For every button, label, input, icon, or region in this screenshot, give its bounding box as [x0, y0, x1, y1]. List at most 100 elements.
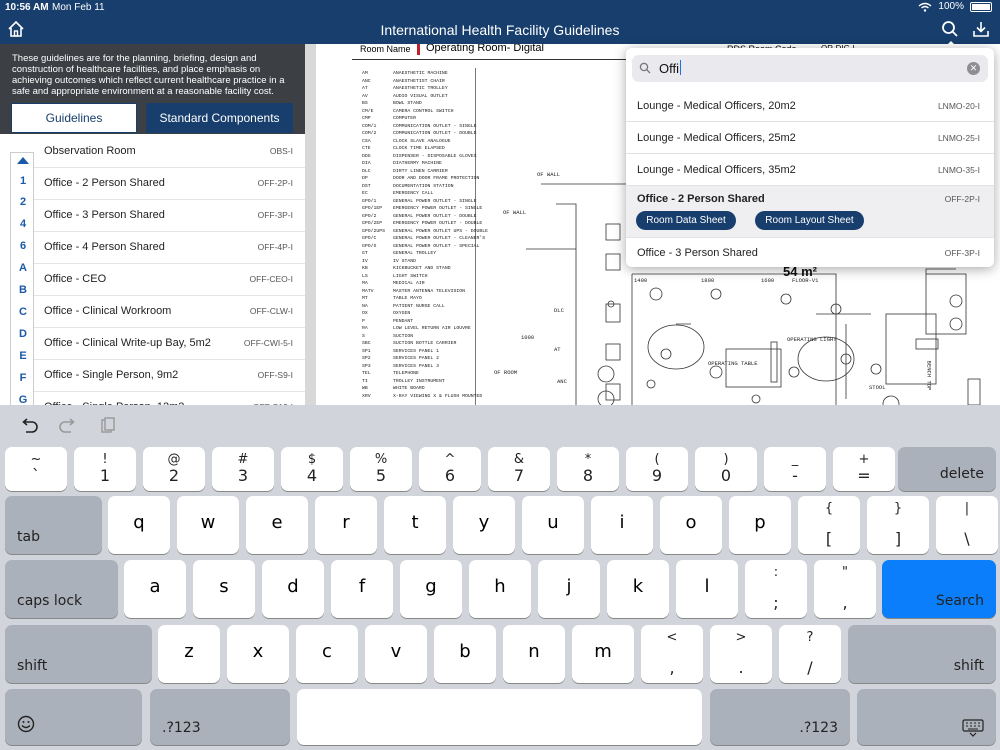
- key[interactable]: ) 0: [695, 447, 757, 491]
- key[interactable]: o: [660, 496, 722, 554]
- alphabet-index[interactable]: 1 2 4 6 A B C D E F G: [10, 152, 35, 406]
- search-icon[interactable]: [941, 20, 959, 38]
- numbers-key-right[interactable]: .?123: [710, 689, 850, 745]
- search-input[interactable]: Offi: [659, 60, 681, 76]
- search-result[interactable]: Lounge - Medical Officers, 25m2 LNMO-25-…: [626, 122, 994, 154]
- list-item[interactable]: Office - Single Person, 9m2 OFF-S9-I: [34, 360, 305, 392]
- key[interactable]: j: [538, 560, 600, 618]
- key[interactable]: g: [400, 560, 462, 618]
- delete-key[interactable]: delete: [898, 447, 996, 491]
- key[interactable]: | \: [936, 496, 998, 554]
- key-label: r: [342, 512, 350, 533]
- index-letter[interactable]: 1: [11, 175, 35, 187]
- tab-guidelines[interactable]: Guidelines: [11, 103, 137, 133]
- key[interactable]: u: [522, 496, 584, 554]
- key[interactable]: q: [108, 496, 170, 554]
- key[interactable]: {[: [798, 496, 860, 554]
- key[interactable]: l: [676, 560, 738, 618]
- space-key[interactable]: [297, 689, 702, 745]
- key[interactable]: p: [729, 496, 791, 554]
- caps-lock-key[interactable]: caps lock: [5, 560, 118, 618]
- key[interactable]: e: [246, 496, 308, 554]
- search-result-selected[interactable]: Office - 2 Person Shared OFF-2P-I Room D…: [626, 186, 994, 238]
- search-field[interactable]: Offi ✕: [632, 55, 988, 82]
- search-result[interactable]: Lounge - Medical Officers, 20m2 LNMO-20-…: [626, 89, 994, 122]
- index-letter[interactable]: D: [11, 328, 35, 340]
- key[interactable]: x: [227, 625, 289, 683]
- key[interactable]: b: [434, 625, 496, 683]
- index-letter[interactable]: E: [11, 350, 35, 362]
- key[interactable]: ^ 6: [419, 447, 481, 491]
- list-item[interactable]: Office - Clinical Write-up Bay, 5m2 OFF-C…: [34, 328, 305, 360]
- key[interactable]: #3: [212, 447, 274, 491]
- redo-icon[interactable]: [58, 416, 78, 436]
- key[interactable]: % 5: [350, 447, 412, 491]
- key[interactable]: s: [193, 560, 255, 618]
- top-bar: 10:56 AM Mon Feb 11 100% International H…: [0, 0, 1000, 44]
- index-letter[interactable]: F: [11, 372, 35, 384]
- undo-icon[interactable]: [19, 416, 39, 436]
- key[interactable]: m: [572, 625, 634, 683]
- key-label: 4: [306, 466, 318, 485]
- key[interactable]: :;: [745, 560, 807, 618]
- index-letter[interactable]: 6: [11, 240, 35, 252]
- list-item[interactable]: Office - 2 Person Shared OFF-2P-I: [34, 168, 305, 200]
- key[interactable]: >.: [710, 625, 772, 683]
- search-key[interactable]: Search: [882, 560, 996, 618]
- key[interactable]: <,: [641, 625, 703, 683]
- tab-key[interactable]: tab: [5, 496, 102, 554]
- list-item[interactable]: Office - CEO OFF-CEO-I: [34, 264, 305, 296]
- key[interactable]: n: [503, 625, 565, 683]
- download-icon[interactable]: [972, 20, 990, 38]
- numbers-key-left[interactable]: .?123: [150, 689, 290, 745]
- list-item[interactable]: Office - 3 Person Shared OFF-3P-I: [34, 200, 305, 232]
- search-result[interactable]: Lounge - Medical Officers, 35m2 LNMO-35-…: [626, 154, 994, 186]
- key[interactable]: k: [607, 560, 669, 618]
- emoji-key[interactable]: [5, 689, 142, 745]
- key[interactable]: d: [262, 560, 324, 618]
- key[interactable]: c: [296, 625, 358, 683]
- key-label: shift: [953, 658, 984, 674]
- key[interactable]: _ -: [764, 447, 826, 491]
- list-item[interactable]: Observation Room OBS-I: [34, 136, 305, 168]
- room-data-sheet-button[interactable]: Room Data Sheet: [636, 211, 736, 230]
- list-item[interactable]: Office - Clinical Workroom OFF-CLW-I: [34, 296, 305, 328]
- key[interactable]: i: [591, 496, 653, 554]
- key[interactable]: ! 1: [74, 447, 136, 491]
- key[interactable]: h: [469, 560, 531, 618]
- key[interactable]: & 7: [488, 447, 550, 491]
- key[interactable]: ",: [814, 560, 876, 618]
- hide-keyboard-key[interactable]: [857, 689, 996, 745]
- key[interactable]: * 8: [557, 447, 619, 491]
- shift-key-right[interactable]: shift: [848, 625, 996, 683]
- key[interactable]: v: [365, 625, 427, 683]
- key[interactable]: (9: [626, 447, 688, 491]
- clear-icon[interactable]: ✕: [967, 62, 980, 75]
- index-letter[interactable]: 2: [11, 196, 35, 208]
- key[interactable]: a: [124, 560, 186, 618]
- index-letter[interactable]: 4: [11, 218, 35, 230]
- index-letter[interactable]: C: [11, 306, 35, 318]
- key[interactable]: ~ `: [5, 447, 67, 491]
- key[interactable]: t: [384, 496, 446, 554]
- paste-icon[interactable]: [97, 416, 117, 436]
- tab-standard-components[interactable]: Standard Components: [146, 103, 293, 133]
- list-item[interactable]: Office - 4 Person Shared OFF-4P-I: [34, 232, 305, 264]
- key[interactable]: }]: [867, 496, 929, 554]
- key[interactable]: + =: [833, 447, 895, 491]
- abbreviation-description: LOW LEVEL RETURN AIR LOUVRE: [393, 326, 471, 331]
- key[interactable]: @2: [143, 447, 205, 491]
- index-letter[interactable]: B: [11, 284, 35, 296]
- key[interactable]: r: [315, 496, 377, 554]
- key[interactable]: w: [177, 496, 239, 554]
- shift-key-left[interactable]: shift: [5, 625, 152, 683]
- search-result[interactable]: Office - 3 Person Shared OFF-3P-I: [626, 238, 994, 267]
- key[interactable]: y: [453, 496, 515, 554]
- key[interactable]: $4: [281, 447, 343, 491]
- key[interactable]: ? /: [779, 625, 841, 683]
- key[interactable]: f: [331, 560, 393, 618]
- index-letter[interactable]: A: [11, 262, 35, 274]
- key[interactable]: z: [158, 625, 220, 683]
- room-layout-sheet-button[interactable]: Room Layout Sheet: [755, 211, 864, 230]
- index-up-arrow-icon[interactable]: [17, 157, 29, 164]
